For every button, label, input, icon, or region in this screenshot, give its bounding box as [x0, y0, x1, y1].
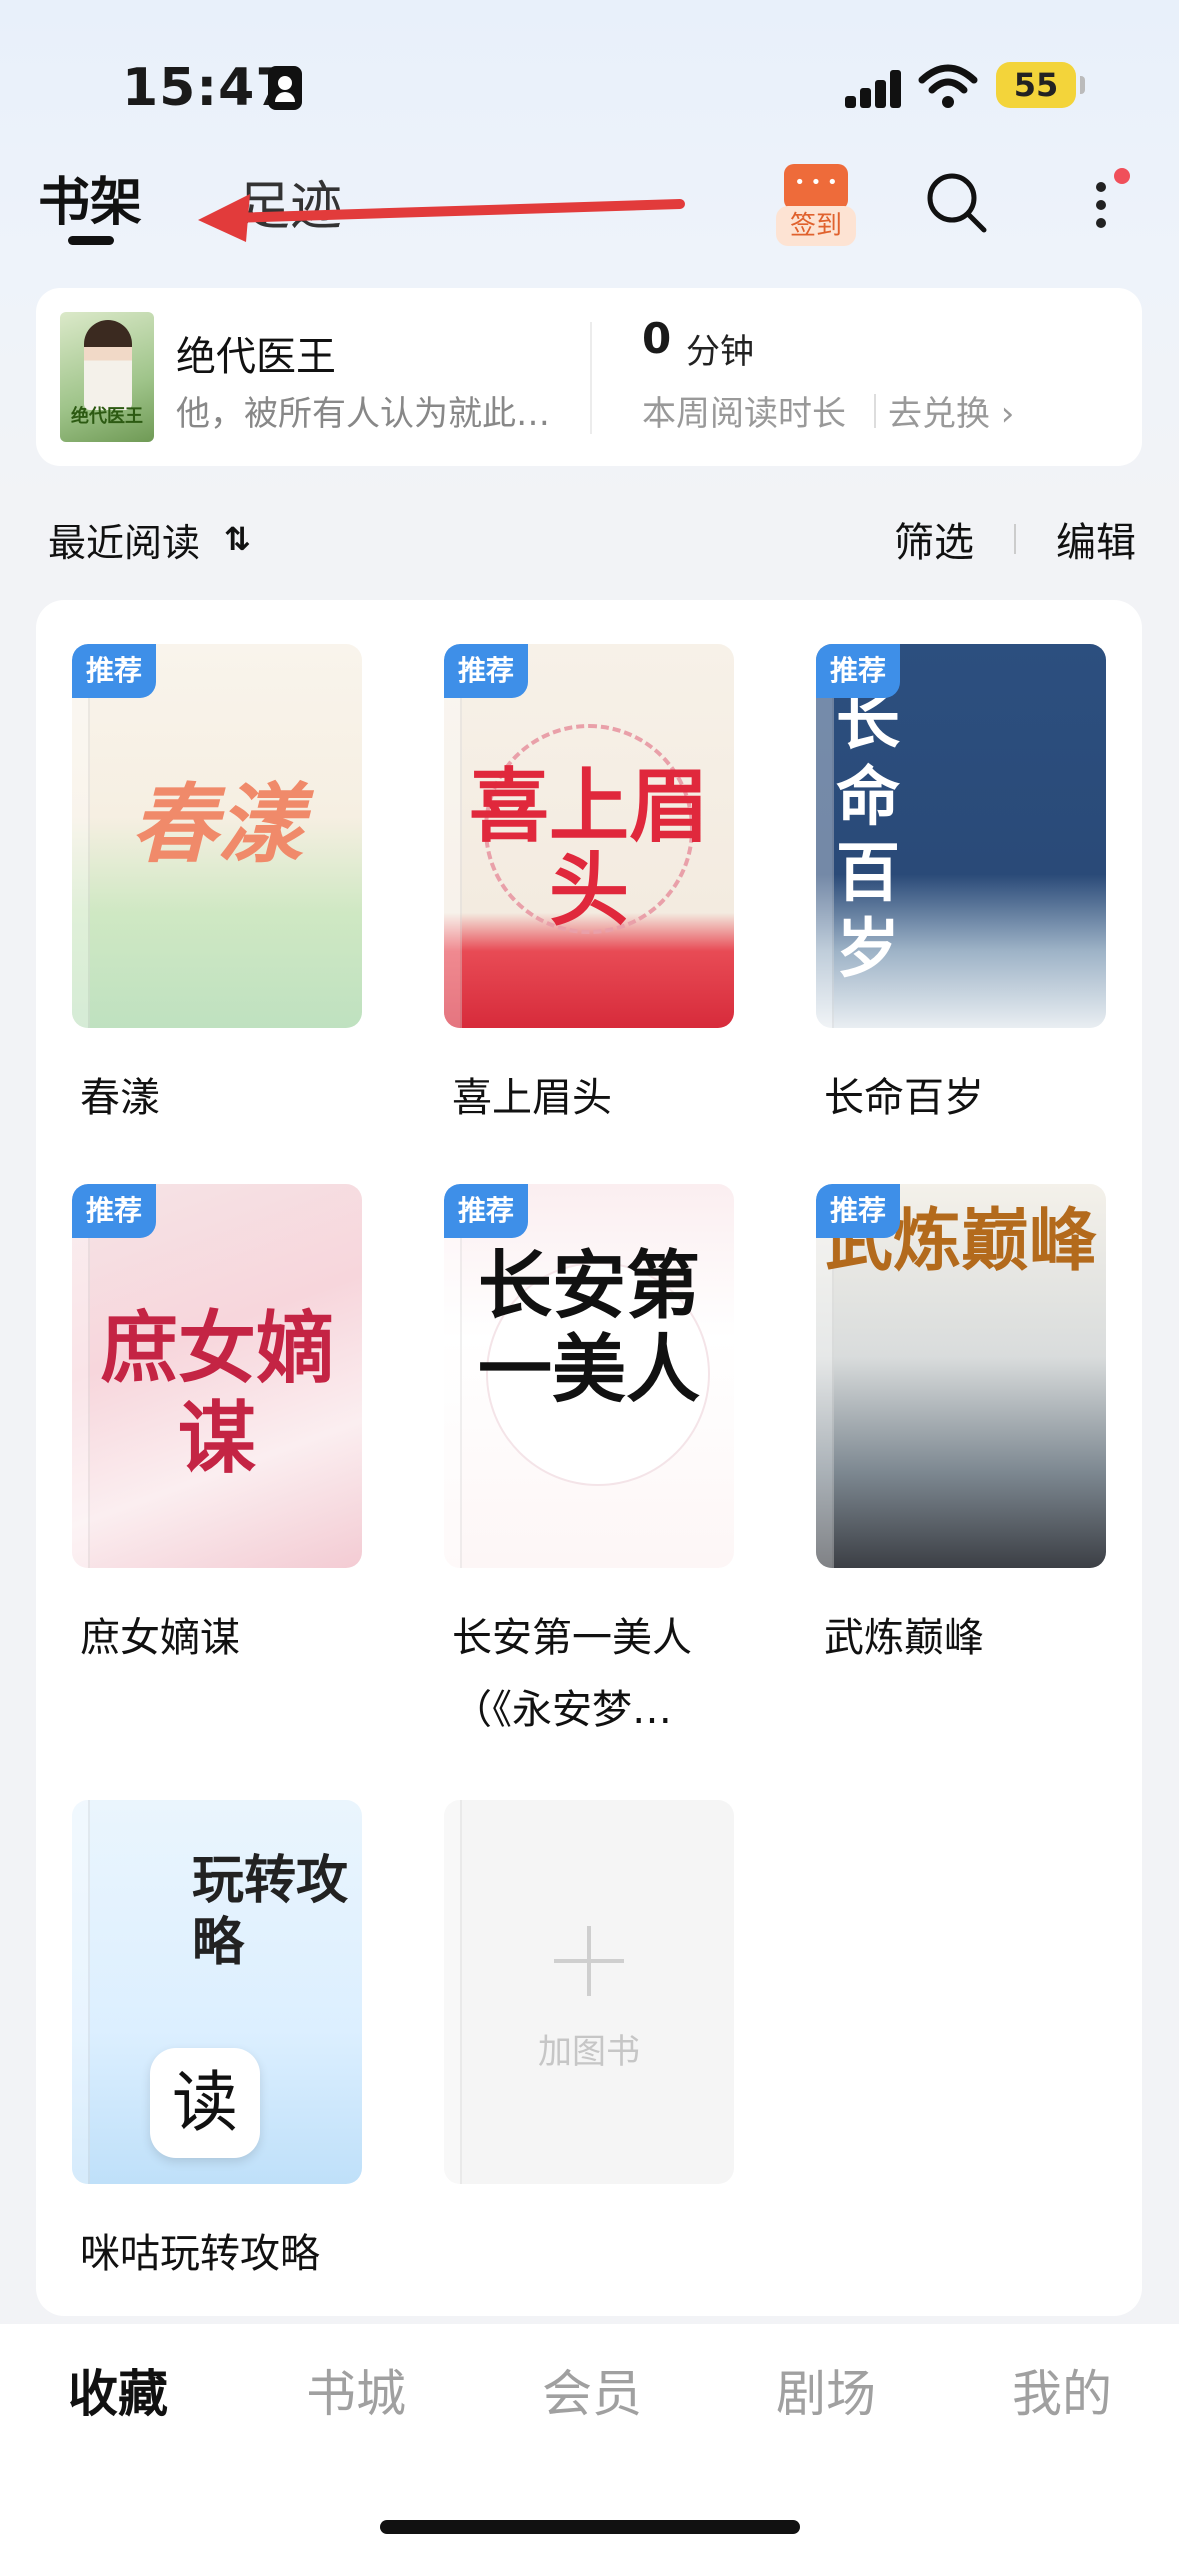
- nav-favorites[interactable]: 收藏: [68, 2354, 168, 2426]
- recommend-badge: 推荐: [444, 1184, 529, 1238]
- annotation-arrow-icon: [198, 194, 685, 242]
- book-title[interactable]: 春漾: [80, 1062, 380, 1134]
- current-book-cover[interactable]: 绝代医王: [60, 312, 154, 442]
- cellular-signal-icon: [845, 70, 903, 108]
- bookshelf-grid: 春漾 推荐 春漾 喜上眉头 推荐 喜上眉头 长命百岁 推荐 长命百岁 庶女嫡谋 …: [36, 600, 1142, 2316]
- cover-title: 庶女嫡谋: [99, 1303, 334, 1484]
- book-cover[interactable]: 玩转攻略 读: [72, 1800, 362, 2184]
- book-cover[interactable]: 长命百岁 推荐: [816, 644, 1106, 1028]
- header-divider: [1014, 524, 1016, 554]
- recommend-badge: 推荐: [816, 1184, 901, 1238]
- filter-button[interactable]: 筛选: [894, 510, 974, 568]
- recommend-badge: 推荐: [72, 1184, 157, 1238]
- book-cover[interactable]: 长安第一美人 推荐: [444, 1184, 734, 1568]
- current-book-description: 他，被所有人认为就此…: [176, 394, 550, 434]
- read-app-icon: 读: [150, 2048, 260, 2158]
- nav-profile[interactable]: 我的: [1012, 2354, 1112, 2426]
- calendar-icon: [784, 164, 848, 210]
- sort-icon[interactable]: ⇅: [224, 520, 251, 558]
- status-time: 15:47: [122, 58, 293, 118]
- recommend-badge: 推荐: [72, 644, 157, 698]
- book-cover[interactable]: 喜上眉头 推荐: [444, 644, 734, 1028]
- checkin-button[interactable]: 签到: [776, 164, 856, 246]
- cover-title: 长安第一美人: [478, 1243, 700, 1413]
- cover-title: 春漾: [131, 774, 303, 875]
- add-book-tile[interactable]: 加图书: [444, 1800, 734, 2184]
- book-title[interactable]: 喜上眉头: [452, 1062, 752, 1134]
- nav-theater[interactable]: 剧场: [776, 2354, 876, 2426]
- checkin-label: 签到: [776, 206, 856, 246]
- cover-title: 喜上眉头: [469, 759, 709, 937]
- current-book-title[interactable]: 绝代医王: [176, 324, 336, 382]
- add-book-label: 加图书: [538, 2032, 640, 2072]
- active-tab-indicator: [68, 236, 114, 245]
- status-bar: 15:47 55: [0, 0, 1179, 170]
- battery-level: 55: [1013, 66, 1059, 104]
- home-indicator[interactable]: [380, 2520, 800, 2534]
- nav-membership[interactable]: 会员: [542, 2354, 642, 2426]
- exchange-link[interactable]: 去兑换 ›: [888, 386, 1014, 435]
- search-icon[interactable]: [924, 170, 988, 234]
- edit-button[interactable]: 编辑: [1056, 510, 1136, 568]
- cover-title: 长命百岁: [836, 684, 900, 987]
- weekly-reading-label: 本周阅读时长: [642, 394, 846, 434]
- battery-icon: 55: [996, 62, 1085, 108]
- nav-bookstore[interactable]: 书城: [306, 2354, 406, 2426]
- card-divider: [590, 322, 592, 434]
- recent-reading-sort[interactable]: 最近阅读: [48, 512, 200, 567]
- notification-dot: [1114, 168, 1130, 184]
- book-title[interactable]: 长命百岁: [824, 1062, 1124, 1134]
- book-title[interactable]: 庶女嫡谋: [80, 1602, 380, 1674]
- book-title[interactable]: 武炼巅峰: [824, 1602, 1124, 1674]
- book-title[interactable]: 咪咕玩转攻略: [80, 2218, 380, 2290]
- recommend-badge: 推荐: [816, 644, 901, 698]
- stats-divider: [874, 394, 876, 428]
- book-cover[interactable]: 春漾 推荐: [72, 644, 362, 1028]
- current-cover-title: 绝代医王: [71, 406, 143, 427]
- book-title[interactable]: 长安第一美人（《永安梦…: [452, 1602, 722, 1746]
- cover-title: 玩转攻略: [192, 1850, 349, 1973]
- wifi-icon: [918, 64, 978, 108]
- recommend-badge: 推荐: [444, 644, 529, 698]
- book-cover[interactable]: 武炼巅峰 推荐: [816, 1184, 1106, 1568]
- current-reading-card[interactable]: 绝代医王 绝代医王 他，被所有人认为就此… 0 分钟 本周阅读时长 去兑换 ›: [36, 288, 1142, 466]
- plus-icon: [554, 1926, 624, 1996]
- weekly-minutes-unit: 分钟: [686, 332, 754, 372]
- tab-bookshelf[interactable]: 书架: [38, 160, 142, 235]
- weekly-minutes-value: 0: [642, 314, 672, 363]
- orientation-lock-icon: [268, 66, 302, 110]
- bottom-navigation: 收藏 书城 会员 剧场 我的: [0, 2324, 1179, 2556]
- book-cover[interactable]: 庶女嫡谋 推荐: [72, 1184, 362, 1568]
